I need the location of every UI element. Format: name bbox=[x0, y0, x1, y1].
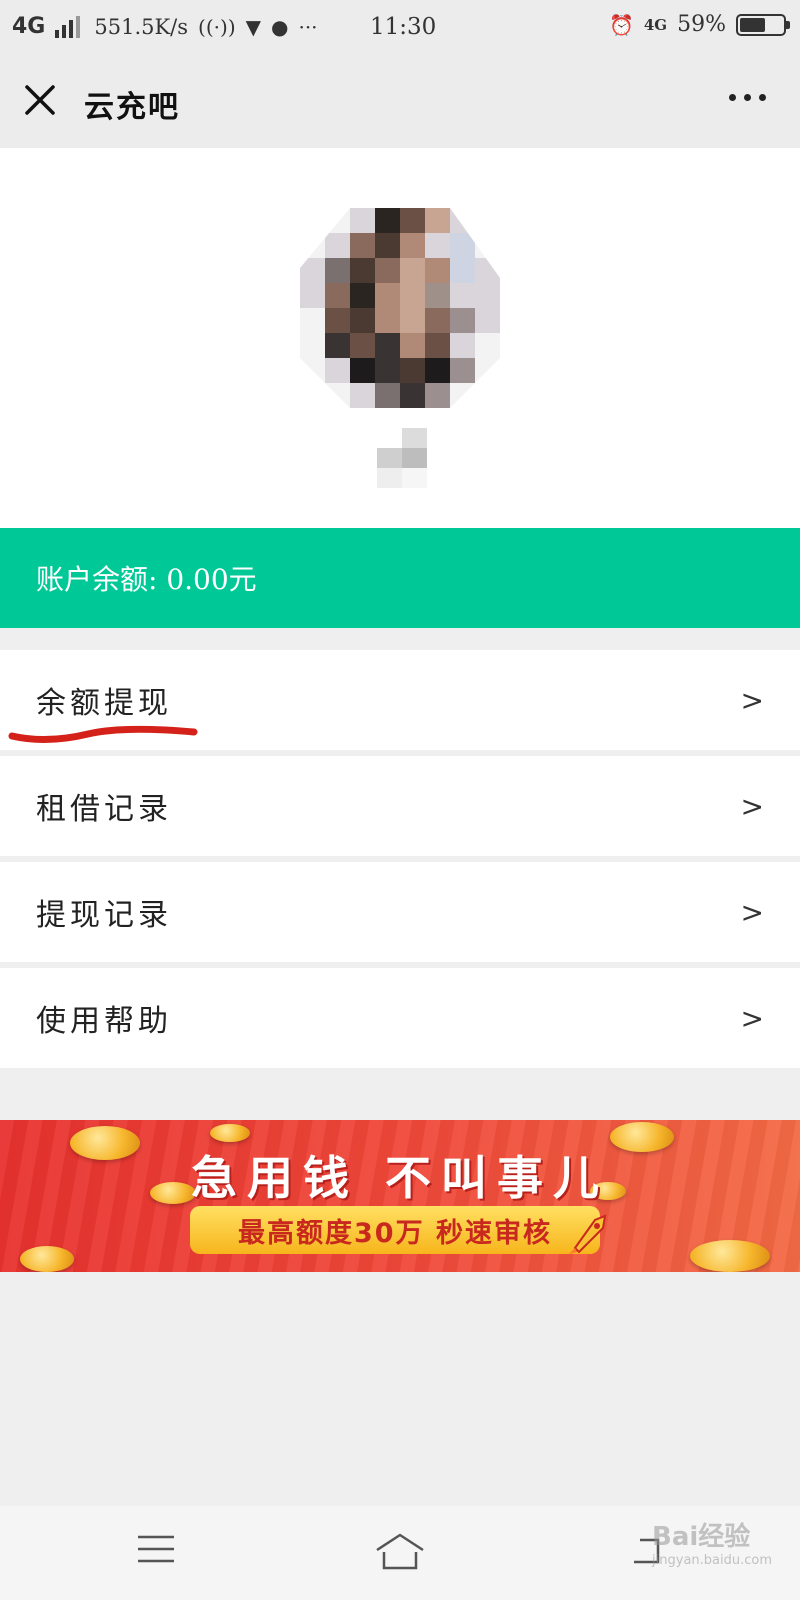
signal-icon bbox=[55, 15, 81, 38]
watermark-url: jingyan.baidu.com bbox=[652, 1553, 772, 1568]
status-left: 4G 551.5K/s ((·)) ▼ ● ··· bbox=[12, 14, 318, 39]
clock: 11:30 bbox=[370, 14, 437, 40]
avatar[interactable] bbox=[300, 208, 500, 408]
coin-icon bbox=[690, 1240, 770, 1272]
profile-section bbox=[0, 148, 800, 528]
chevron-right-icon: > bbox=[740, 683, 764, 717]
account-balance: 账户余额: 0.00元 bbox=[36, 563, 257, 596]
network-type-right: 4G bbox=[643, 15, 668, 34]
banner-subline: 最高额度30万 秒速审核 bbox=[190, 1206, 600, 1254]
menu-item-rental-records[interactable]: 租借记录 > bbox=[0, 756, 800, 856]
watermark: Bai经验 jingyan.baidu.com bbox=[652, 1516, 772, 1568]
banner-headline: 急用钱 不叫事儿 bbox=[190, 1151, 609, 1205]
menu-icon[interactable] bbox=[136, 1532, 176, 1566]
chat-icon: ● bbox=[271, 14, 289, 39]
battery-percent: 59% bbox=[677, 12, 726, 37]
menu-item-label: 租借记录 bbox=[36, 792, 172, 827]
rocket-icon bbox=[569, 1214, 607, 1254]
red-underline-annotation bbox=[8, 725, 198, 744]
more-icon[interactable] bbox=[729, 94, 766, 101]
shield-icon: ▼ bbox=[245, 14, 262, 39]
network-type: 4G bbox=[12, 14, 46, 39]
more-notifications-icon: ··· bbox=[298, 14, 318, 39]
hotspot-icon: ((·)) bbox=[198, 14, 236, 39]
nickname-blurred bbox=[377, 428, 427, 488]
menu-item-withdraw[interactable]: 余额提现 > bbox=[0, 650, 800, 750]
loan-ad-banner[interactable]: 急用钱 不叫事儿 最高额度30万 秒速审核 bbox=[0, 1120, 800, 1272]
network-speed: 551.5K/s bbox=[94, 14, 189, 39]
alarm-icon: ⏰ bbox=[608, 12, 634, 37]
menu-item-withdraw-records[interactable]: 提现记录 > bbox=[0, 862, 800, 962]
home-icon[interactable] bbox=[374, 1532, 426, 1570]
battery-level bbox=[740, 17, 765, 32]
status-bar: 4G 551.5K/s ((·)) ▼ ● ··· 11:30 ⏰ 4G 59% bbox=[0, 0, 800, 56]
chevron-right-icon: > bbox=[740, 895, 764, 929]
chevron-right-icon: > bbox=[740, 1001, 764, 1035]
balance-bar: 账户余额: 0.00元 bbox=[0, 528, 800, 628]
chevron-right-icon: > bbox=[740, 789, 764, 823]
menu-item-label: 余额提现 bbox=[36, 686, 172, 721]
menu-list: 余额提现 > 租借记录 > 提现记录 > 使用帮助 > bbox=[0, 650, 800, 1074]
coin-icon bbox=[210, 1124, 250, 1142]
battery-icon bbox=[736, 13, 790, 36]
menu-item-label: 提现记录 bbox=[36, 898, 172, 933]
page-title: 云充吧 bbox=[84, 90, 180, 125]
menu-item-help[interactable]: 使用帮助 > bbox=[0, 968, 800, 1068]
coin-icon bbox=[20, 1246, 74, 1272]
close-icon[interactable] bbox=[22, 82, 58, 118]
nav-bar: 云充吧 bbox=[0, 56, 800, 148]
watermark-text: Bai经验 bbox=[652, 1522, 751, 1552]
menu-item-label: 使用帮助 bbox=[36, 1004, 172, 1039]
status-right: ⏰ 4G 59% bbox=[608, 12, 790, 37]
